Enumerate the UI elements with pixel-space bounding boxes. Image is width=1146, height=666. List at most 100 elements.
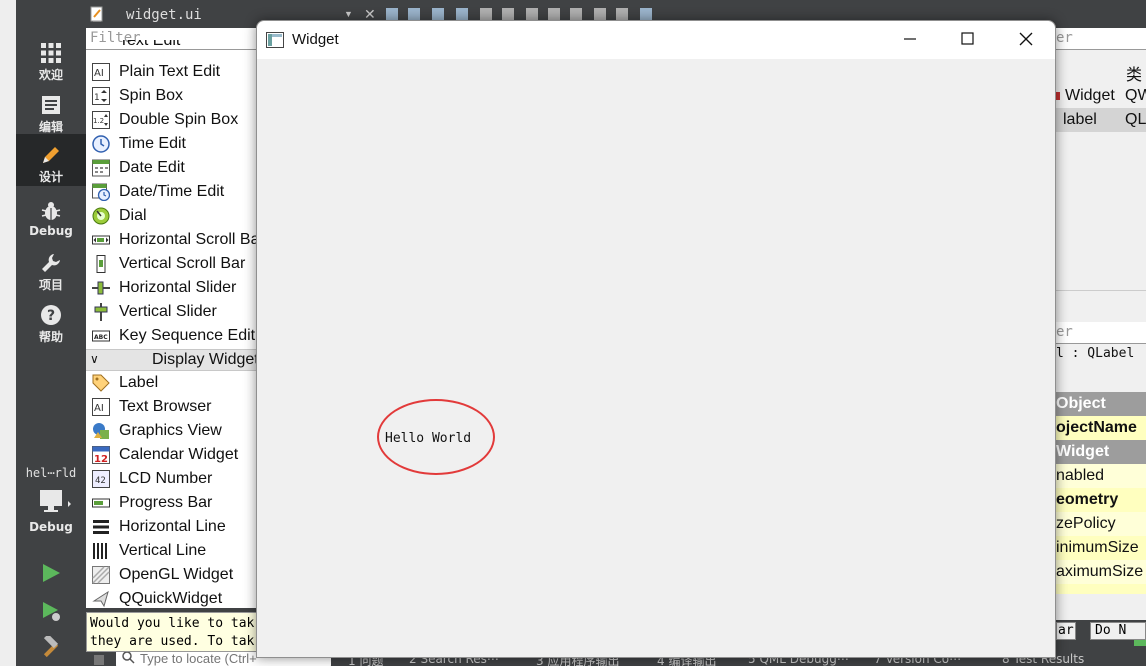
widget-item-graphics-view[interactable]: Graphics View [86, 419, 258, 443]
property-maximumsize[interactable]: aximumSize [1056, 560, 1146, 584]
widget-item-qquickwidget[interactable]: QQuickWidget [86, 587, 258, 611]
mode-debug[interactable]: Debug [16, 194, 86, 246]
opengl-widget-icon [92, 566, 110, 584]
widget-item-label: Spin Box [119, 87, 184, 104]
mode-bar: 欢迎 编辑 设计 Debug 项目 ? 帮助 hel⋯rld Debug [16, 0, 86, 666]
widget-item-label: Double Spin Box [119, 111, 239, 128]
widget-item-date-edit[interactable]: Date Edit [86, 156, 258, 180]
mode-help[interactable]: ? 帮助 [16, 298, 86, 350]
toggle-sidebar-icon[interactable] [94, 655, 104, 665]
widget-item-label: Horizontal Scroll Bar [119, 231, 258, 248]
layout-hsplitter-icon[interactable] [526, 8, 538, 20]
property-geometry[interactable]: eometry [1056, 488, 1146, 512]
property-minimumsize[interactable]: inimumSize [1056, 536, 1146, 560]
property-editor-top [1056, 290, 1146, 320]
layout-vertical-icon[interactable] [502, 8, 514, 20]
layout-vsplitter-icon[interactable] [548, 8, 560, 20]
preview-title-bar[interactable]: Widget [257, 21, 1055, 59]
left-margin-strip [0, 0, 16, 666]
message-actions: ar Do N [1056, 620, 1146, 652]
widget-item-horizontal-scroll-bar[interactable]: Horizontal Scroll Bar [86, 228, 258, 252]
widget-item-vertical-slider[interactable]: Vertical Slider [86, 300, 258, 324]
object-class: QW [1125, 87, 1146, 104]
widget-item-dial[interactable]: Dial [86, 204, 258, 228]
search-icon [122, 652, 135, 664]
widget-item-text-browser[interactable]: AI Text Browser [86, 395, 258, 419]
widget-item-label: Graphics View [119, 422, 222, 439]
build-kit-label: Debug [29, 520, 73, 534]
widget-item-double-spin-box[interactable]: 1.2 Double Spin Box [86, 108, 258, 132]
widget-item-progress-bar[interactable]: Progress Bar [86, 491, 258, 515]
widget-item-vertical-line[interactable]: Vertical Line [86, 539, 258, 563]
editor-tab[interactable]: widget.ui [90, 6, 202, 26]
object-filter-input[interactable]: er [1056, 28, 1146, 50]
widget-item-label: Time Edit [119, 135, 186, 152]
edit-taborder-icon[interactable] [456, 8, 468, 20]
mode-welcome[interactable]: 欢迎 [16, 36, 86, 88]
property-sizepolicy[interactable]: zePolicy [1056, 512, 1146, 536]
widget-preview-window: Widget Hello World [256, 20, 1056, 658]
preview-window-title: Widget [292, 31, 339, 48]
widget-item-calendar-widget[interactable]: 12 Calendar Widget [86, 443, 258, 467]
property-group-qwidget[interactable]: Widget [1056, 440, 1146, 464]
maximize-icon[interactable] [945, 25, 991, 55]
widget-item-datetime-edit[interactable]: Date/Time Edit [86, 180, 258, 204]
tab-dropdown-icon[interactable]: ▼ [344, 9, 353, 19]
mode-label: 设计 [38, 170, 63, 184]
project-name[interactable]: hel⋯rld [16, 466, 86, 480]
object-row-widget[interactable]: Widget QW [1056, 84, 1146, 108]
property-label: nabled [1056, 467, 1105, 484]
minimize-icon[interactable] [887, 25, 933, 55]
widget-item-vertical-scroll-bar[interactable]: Vertical Scroll Bar [86, 252, 258, 276]
svg-text:?: ? [47, 308, 55, 324]
qquick-widget-icon [92, 590, 109, 608]
feedback-action-button[interactable]: ar [1056, 622, 1076, 640]
widget-item-horizontal-line[interactable]: Horizontal Line [86, 515, 258, 539]
edit-signals-icon[interactable] [408, 8, 420, 20]
widget-item-label: Vertical Scroll Bar [119, 255, 246, 272]
mode-design[interactable]: 设计 [16, 134, 86, 186]
property-label: eometry [1056, 491, 1119, 508]
widget-item-key-sequence-edit[interactable]: ABC Key Sequence Edit [86, 324, 258, 348]
widget-item-text-edit[interactable]: Text Edit [86, 40, 258, 52]
layout-horizontal-icon[interactable] [480, 8, 492, 20]
property-objectname[interactable]: ojectName [1056, 416, 1146, 440]
layout-form-icon[interactable] [570, 8, 582, 20]
graphics-view-icon [93, 423, 109, 439]
svg-text:AI: AI [94, 403, 104, 414]
widget-item-label: Calendar Widget [119, 446, 239, 463]
object-row-label[interactable]: label QL [1056, 108, 1146, 132]
calendar-grid-icon [92, 159, 110, 177]
monitor-icon[interactable] [38, 488, 72, 516]
widget-category-label: Display Widgets [152, 351, 258, 368]
chevron-down-icon: ∨ [90, 352, 99, 366]
widget-item-opengl-widget[interactable]: OpenGL Widget [86, 563, 258, 587]
run-icon[interactable] [40, 562, 62, 584]
build-hammer-icon[interactable] [40, 636, 62, 658]
debug-run-icon[interactable] [40, 600, 62, 622]
property-group-qobject[interactable]: Object [1056, 392, 1146, 416]
property-enabled[interactable]: nabled [1056, 464, 1146, 488]
layout-grid-icon[interactable] [594, 8, 606, 20]
object-name: Widget [1065, 87, 1115, 104]
widget-item-time-edit[interactable]: Time Edit [86, 132, 258, 156]
mode-label: 编辑 [38, 120, 63, 134]
widget-item-lcd-number[interactable]: 42 LCD Number [86, 467, 258, 491]
widget-category-display[interactable]: ∨ Display Widgets [86, 349, 258, 371]
mode-projects[interactable]: 项目 [16, 246, 86, 298]
message-line-2: they are used. To tak [90, 634, 255, 649]
do-not-show-button[interactable]: Do N [1090, 622, 1146, 640]
widget-item-label-widget[interactable]: Label [86, 371, 258, 395]
property-filter-input[interactable]: er [1056, 322, 1146, 344]
mode-edit[interactable]: 编辑 [16, 88, 86, 140]
edit-widgets-icon[interactable] [386, 8, 398, 20]
widget-item-spin-box[interactable]: 1 Spin Box [86, 84, 258, 108]
break-layout-icon[interactable] [616, 8, 628, 20]
adjust-size-icon[interactable] [640, 8, 652, 20]
close-icon[interactable] [1003, 25, 1049, 55]
property-label: zePolicy [1056, 515, 1116, 532]
widget-item-label: Vertical Slider [119, 303, 217, 320]
widget-item-plain-text-edit[interactable]: AI Plain Text Edit [86, 60, 258, 84]
edit-buddies-icon[interactable] [432, 8, 444, 20]
widget-item-horizontal-slider[interactable]: Horizontal Slider [86, 276, 258, 300]
